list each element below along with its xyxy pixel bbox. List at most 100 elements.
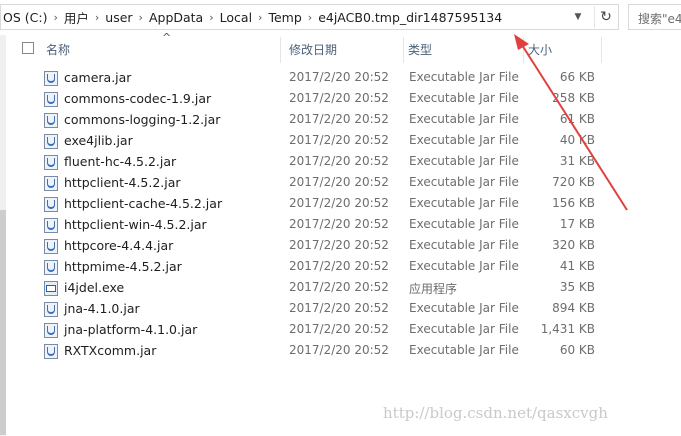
file-date: 2017/2/20 20:52 (289, 154, 389, 168)
file-row[interactable]: jna-4.1.0.jar 2017/2/20 20:52 Executable J… (0, 299, 681, 320)
jar-file-icon (44, 71, 58, 86)
file-row[interactable]: RXTXcomm.jar 2017/2/20 20:52 Executable Ja… (0, 341, 681, 362)
file-name: httpclient-win-4.5.2.jar (64, 217, 207, 232)
file-name: jna-4.1.0.jar (64, 301, 140, 316)
file-type: Executable Jar File (409, 70, 519, 84)
file-date: 2017/2/20 20:52 (289, 91, 389, 105)
breadcrumb[interactable]: OS (C:) › 用户 › user › AppData › Local › Temp › e4jAC… (3, 5, 502, 29)
file-type: Executable Jar File (409, 133, 519, 147)
breadcrumb-separator[interactable]: › (258, 11, 262, 24)
refresh-icon[interactable]: ↻ (594, 6, 617, 28)
breadcrumb-separator[interactable]: › (209, 11, 213, 24)
file-name: httpcore-4.4.4.jar (64, 238, 174, 253)
file-size: 720 KB (552, 175, 595, 189)
file-type: Executable Jar File (409, 175, 519, 189)
breadcrumb-separator[interactable]: › (95, 11, 99, 24)
file-name: jna-platform-4.1.0.jar (64, 322, 198, 337)
file-type: Executable Jar File (409, 91, 519, 105)
file-type: Executable Jar File (409, 322, 519, 336)
jar-file-icon (44, 92, 58, 107)
file-type: Executable Jar File (409, 343, 519, 357)
file-row[interactable]: i4jdel.exe 2017/2/20 20:52 应用程序 35 KB (0, 278, 681, 299)
breadcrumb-separator[interactable]: › (139, 11, 143, 24)
jar-file-icon (44, 260, 58, 275)
column-header-date[interactable]: 修改日期 (289, 35, 399, 63)
column-divider[interactable] (523, 37, 524, 63)
exe-file-icon (44, 281, 58, 296)
column-divider[interactable] (280, 37, 281, 63)
file-date: 2017/2/20 20:52 (289, 238, 389, 252)
column-header-row: ^ 名称 修改日期 类型 大小 (14, 31, 681, 63)
file-date: 2017/2/20 20:52 (289, 196, 389, 210)
file-row[interactable]: commons-logging-1.2.jar 2017/2/20 20:52 Ex… (0, 110, 681, 131)
file-type: Executable Jar File (409, 196, 519, 210)
breadcrumb-item[interactable]: OS (C:) (3, 10, 47, 25)
jar-file-icon (44, 344, 58, 359)
jar-file-icon (44, 134, 58, 149)
file-name: fluent-hc-4.5.2.jar (64, 154, 177, 169)
file-size: 35 KB (559, 280, 595, 294)
file-type: Executable Jar File (409, 259, 519, 273)
chevron-down-icon[interactable]: ▼ (567, 6, 589, 28)
file-row[interactable]: httpclient-win-4.5.2.jar 2017/2/20 20:52 E… (0, 215, 681, 236)
file-name: commons-codec-1.9.jar (64, 91, 212, 106)
file-size: 1,431 KB (540, 322, 595, 336)
breadcrumb-item[interactable]: 用户 (64, 8, 89, 27)
file-row[interactable]: exe4jlib.jar 2017/2/20 20:52 Executable Ja… (0, 131, 681, 152)
column-header-size[interactable]: 大小 (528, 35, 598, 63)
jar-file-icon (44, 323, 58, 338)
file-name: httpclient-cache-4.5.2.jar (64, 196, 223, 211)
file-row[interactable]: httpclient-4.5.2.jar 2017/2/20 20:52 Execu… (0, 173, 681, 194)
file-size: 320 KB (552, 238, 595, 252)
file-name: camera.jar (64, 70, 132, 85)
file-name: i4jdel.exe (64, 280, 125, 295)
file-type: Executable Jar File (409, 154, 519, 168)
file-size: 66 KB (559, 70, 595, 84)
file-size: 41 KB (559, 259, 595, 273)
column-header-type[interactable]: 类型 (408, 35, 518, 63)
file-row[interactable]: fluent-hc-4.5.2.jar 2017/2/20 20:52 Execut… (0, 152, 681, 173)
watermark: http://blog.csdn.net/qasxcvgh (383, 404, 608, 422)
file-row[interactable]: httpcore-4.4.4.jar 2017/2/20 20:52 Executa… (0, 236, 681, 257)
breadcrumb-item[interactable]: AppData (149, 10, 203, 25)
file-size: 31 KB (559, 154, 595, 168)
file-name: httpmime-4.5.2.jar (64, 259, 182, 274)
file-name: RXTXcomm.jar (64, 343, 157, 358)
breadcrumb-item[interactable]: Temp (268, 10, 301, 25)
file-size: 258 KB (552, 91, 595, 105)
column-divider[interactable] (403, 37, 404, 63)
search-input[interactable]: 搜索"e4 (628, 4, 681, 30)
column-header-name[interactable]: 名称 (46, 35, 276, 63)
file-size: 60 KB (559, 343, 595, 357)
file-size: 40 KB (559, 133, 595, 147)
file-row[interactable]: httpclient-cache-4.5.2.jar 2017/2/20 20:5… (0, 194, 681, 215)
search-placeholder: 搜索"e4 (638, 12, 681, 26)
file-size: 17 KB (559, 217, 595, 231)
file-date: 2017/2/20 20:52 (289, 112, 389, 126)
file-date: 2017/2/20 20:52 (289, 70, 389, 84)
select-all-checkbox[interactable] (22, 42, 34, 54)
jar-file-icon (44, 302, 58, 317)
breadcrumb-item[interactable]: Local (220, 10, 252, 25)
column-divider[interactable] (601, 37, 602, 63)
file-date: 2017/2/20 20:52 (289, 301, 389, 315)
file-row[interactable]: jna-platform-4.1.0.jar 2017/2/20 20:52 Exe… (0, 320, 681, 341)
file-date: 2017/2/20 20:52 (289, 343, 389, 357)
breadcrumb-item[interactable]: user (105, 10, 132, 25)
breadcrumb-item[interactable]: e4jACB0.tmp_dir1487595134 (318, 10, 502, 25)
file-type: Executable Jar File (409, 112, 519, 126)
address-bar[interactable]: OS (C:) › 用户 › user › AppData › Local › Temp › e4jAC… (0, 4, 619, 30)
file-row[interactable]: httpmime-4.5.2.jar 2017/2/20 20:52 Executa… (0, 257, 681, 278)
breadcrumb-separator[interactable]: › (308, 11, 312, 24)
file-row[interactable]: commons-codec-1.9.jar 2017/2/20 20:52 Exec… (0, 89, 681, 110)
jar-file-icon (44, 239, 58, 254)
file-size: 61 KB (559, 112, 595, 126)
file-date: 2017/2/20 20:52 (289, 217, 389, 231)
jar-file-icon (44, 155, 58, 170)
breadcrumb-separator[interactable]: › (53, 11, 57, 24)
file-type: Executable Jar File (409, 217, 519, 231)
file-size: 156 KB (552, 196, 595, 210)
file-date: 2017/2/20 20:52 (289, 133, 389, 147)
file-date: 2017/2/20 20:52 (289, 175, 389, 189)
file-row[interactable]: camera.jar 2017/2/20 20:52 Executable Jar … (0, 68, 681, 89)
